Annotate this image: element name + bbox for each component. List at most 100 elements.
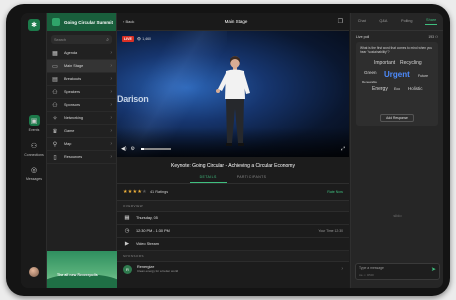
add-response-button[interactable]: Add Response xyxy=(380,113,414,122)
map-icon: ⚲ xyxy=(52,141,58,148)
rail-label: Events xyxy=(28,128,40,132)
connections-icon: ⚇ xyxy=(30,142,38,150)
word-cloud-term: Important xyxy=(374,59,396,66)
sidebar-item-agenda[interactable]: ▦ Agenda › xyxy=(47,47,116,60)
sidebar-item-sponsors[interactable]: ⚇ Sponsors › xyxy=(47,99,116,112)
sidebar-item-label: Main Stage xyxy=(64,64,84,68)
poll-card: What is the first word that comes to min… xyxy=(356,42,438,126)
calendar-icon: ▦ xyxy=(124,215,130,221)
sponsor-desc: Clean energy for a better world xyxy=(137,269,179,273)
tab-details[interactable]: DETAILS xyxy=(189,175,227,183)
session-format: Video Stream xyxy=(136,242,159,246)
promo-banner[interactable]: The all new Reverepolis xyxy=(47,251,117,288)
session-title: Keynote: Going Circular - Achieving a Ci… xyxy=(171,163,295,169)
sidebar-item-breakouts[interactable]: ▤ Breakouts › xyxy=(47,73,116,86)
word-cloud-term: Future xyxy=(418,73,429,78)
document-icon: ▯ xyxy=(53,154,57,161)
message-placeholder: Type a message xyxy=(359,266,384,270)
sidebar-item-label: Game xyxy=(64,129,75,133)
slido-logo: slido xyxy=(393,213,402,218)
sidebar-item-resources[interactable]: ▯ Resources › xyxy=(47,151,116,164)
app-rail: ✱ ▣ Events ⚇ Connections ◎ Messages xyxy=(21,13,47,288)
sidebar-item-main-stage[interactable]: ▭ Main Stage › xyxy=(47,60,116,73)
settings-icon[interactable]: ⚙ xyxy=(131,146,135,152)
fullscreen-icon[interactable]: ⤢ xyxy=(341,146,345,152)
tab-chat[interactable]: Chat xyxy=(357,19,367,25)
trophy-icon: ♛ xyxy=(52,128,58,135)
poll-question: What is the first word that comes to min… xyxy=(360,46,433,55)
rail-label: Connections xyxy=(24,153,44,157)
poll-header: Live poll 193 ⚇ xyxy=(351,31,443,42)
tab-polling[interactable]: Polling xyxy=(400,19,413,25)
send-icon[interactable]: ➤ xyxy=(431,266,436,273)
volume-icon[interactable]: ◀) xyxy=(121,146,127,152)
app-logo-icon[interactable]: ✱ xyxy=(28,19,40,31)
session-time: 12:30 PM - 1:30 PM xyxy=(136,229,170,233)
sidebar-item-networking[interactable]: ✧ Networking › xyxy=(47,112,116,125)
sidebar-item-label: Breakouts xyxy=(64,77,82,81)
video-icon: ▶ xyxy=(124,241,130,247)
word-cloud-term: Holistic xyxy=(408,85,423,91)
promo-text: The all new Reverepolis xyxy=(57,273,98,277)
sidebar-item-label: Resources xyxy=(64,155,83,159)
tv-icon: ▭ xyxy=(52,63,58,70)
sponsor-item[interactable]: R Renergize Clean energy for a better wo… xyxy=(117,262,349,276)
tablet-frame: ✱ ▣ Events ⚇ Connections ◎ Messages Goin… xyxy=(6,4,450,296)
back-button[interactable]: ‹ Back xyxy=(123,19,134,24)
chevron-right-icon: › xyxy=(110,50,112,56)
search-icon: ⌕ xyxy=(106,36,109,43)
chevron-right-icon: › xyxy=(110,128,112,134)
speaker-figure xyxy=(216,56,250,146)
date-row: ▦ Thursday, 05 xyxy=(117,212,349,225)
session-date: Thursday, 05 xyxy=(136,216,158,220)
handshake-icon: ✧ xyxy=(52,115,58,122)
search-input[interactable]: Search ⌕ xyxy=(51,35,112,44)
chevron-right-icon: › xyxy=(341,266,343,272)
rail-events[interactable]: ▣ Events xyxy=(24,115,44,132)
copy-icon[interactable]: ❐ xyxy=(338,18,343,25)
tab-share[interactable]: Share xyxy=(425,18,438,25)
events-icon: ▣ xyxy=(28,115,40,126)
chevron-right-icon: › xyxy=(110,154,112,160)
sponsors-header: SPONSORS xyxy=(117,251,349,262)
session-tabs: DETAILS PARTICIPANTS xyxy=(117,175,349,184)
word-cloud: Important Recycling Green Urgent Renewab… xyxy=(360,58,434,110)
sidebar-item-label: Map xyxy=(64,142,72,146)
rail-messages[interactable]: ◎ Messages xyxy=(24,164,44,182)
messages-icon: ◎ xyxy=(30,166,38,174)
app-screen: ✱ ▣ Events ⚇ Connections ◎ Messages Goin… xyxy=(21,13,443,288)
progress-fill xyxy=(141,148,144,150)
word-cloud-term: Urgent xyxy=(384,69,410,79)
viewer-count: 👁 1,460 xyxy=(136,37,151,41)
rail-label: Messages xyxy=(26,177,42,181)
word-cloud-term: Renewable xyxy=(362,79,378,84)
chevron-right-icon: › xyxy=(110,102,112,108)
chevron-right-icon: › xyxy=(110,89,112,95)
tab-qa[interactable]: Q&A xyxy=(378,19,388,25)
overview-header: OVERVIEW xyxy=(117,201,349,212)
word-cloud-term: Recycling xyxy=(400,59,422,66)
sidebar-item-game[interactable]: ♛ Game › xyxy=(47,125,116,138)
chevron-right-icon: › xyxy=(110,115,112,121)
word-cloud-term: Green xyxy=(364,69,377,75)
tab-participants[interactable]: PARTICIPANTS xyxy=(227,175,277,183)
sidebar-item-label: Networking xyxy=(64,116,83,120)
rating-count: 41 Ratings xyxy=(149,190,169,194)
poll-label: Live poll xyxy=(356,35,370,39)
event-logo-icon xyxy=(52,18,60,26)
avatar[interactable] xyxy=(29,267,39,277)
word-cloud-term: Eco xyxy=(394,86,401,91)
chevron-right-icon: › xyxy=(110,76,112,82)
local-time: Your Time 12:30 xyxy=(318,229,343,233)
sidebar-item-speakers[interactable]: ⚇ Speakers › xyxy=(47,86,116,99)
rail-connections[interactable]: ⚇ Connections xyxy=(24,140,44,158)
video-player[interactable]: LIVE 👁 1,460 Darison ◀) ⚙ ⤢ xyxy=(117,31,349,157)
main-stage: ‹ Back Main Stage ❐ LIVE 👁 1,460 Darison xyxy=(117,13,349,288)
rate-now-button[interactable]: Rate Now xyxy=(327,190,343,194)
stream-row: ▶ Video Stream xyxy=(117,238,349,251)
sidebar-item-label: Speakers xyxy=(64,90,81,94)
message-input[interactable]: Type a message Aa ☺ 0/500 ➤ xyxy=(355,263,440,280)
sidebar-item-map[interactable]: ⚲ Map › xyxy=(47,138,116,151)
search-placeholder: Search xyxy=(54,37,67,42)
progress-track[interactable] xyxy=(141,148,171,150)
